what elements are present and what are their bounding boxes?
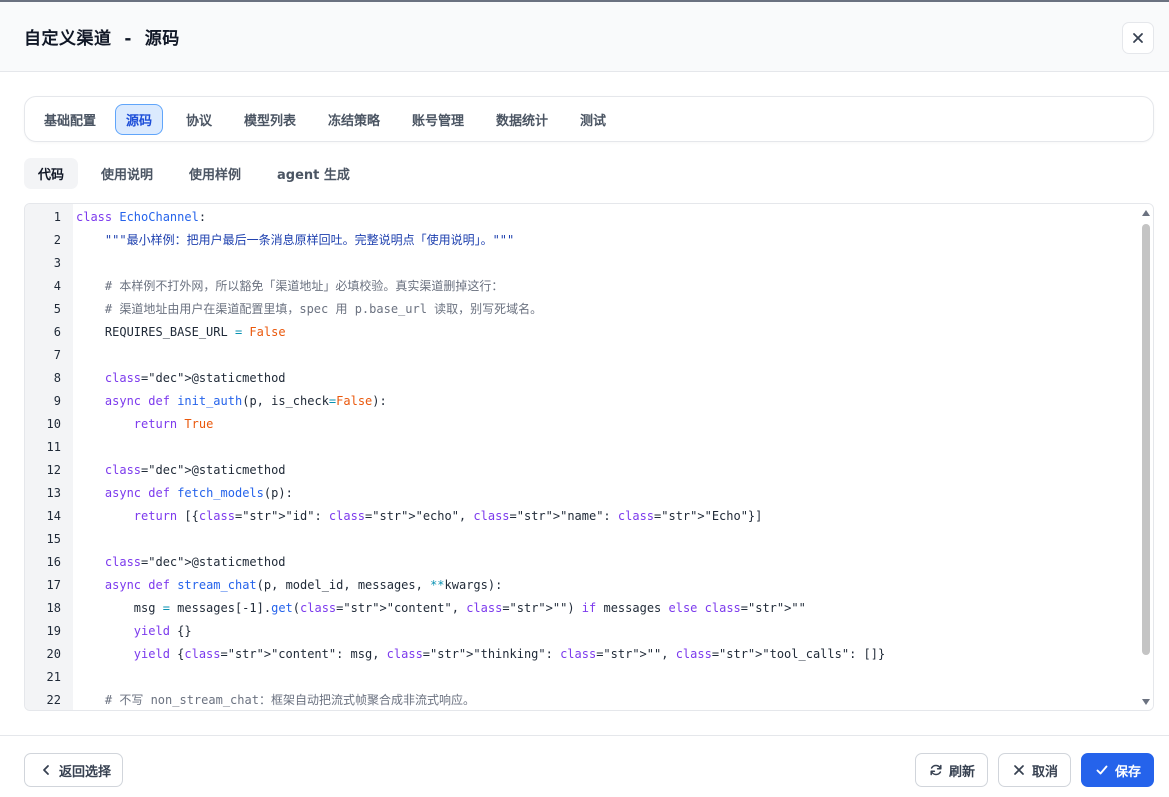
code-line[interactable]: 2 """最小样例：把用户最后一条消息原样回吐。完整说明点「使用说明」。""" [25,228,1137,251]
line-number: 11 [46,439,61,454]
scroll-down-arrow-icon[interactable] [1142,699,1150,705]
code-text: # 本样例不打外网，所以豁免「渠道地址」必填校验。真实渠道删掉这行： [104,279,504,293]
code-text: async def init_auth(p, is_check=False): [104,393,387,408]
x-icon [1014,765,1024,775]
line-number: 18 [46,600,61,615]
scrollbar-thumb[interactable] [1142,224,1150,655]
close-icon [1133,33,1143,43]
line-number: 4 [53,278,61,293]
line-number: 21 [46,669,61,684]
code-line[interactable]: 1 class EchoChannel: [25,205,1137,228]
code-text: async def stream_chat(p, model_id, messa… [104,577,503,592]
code-editor[interactable]: 1 class EchoChannel: 2 """最小样例：把用户最后一条消息原样… [24,203,1154,711]
tab-source[interactable]: 源码 [115,104,164,135]
tab-protocol[interactable]: 协议 [176,104,222,135]
code-line[interactable]: 15 [25,527,1137,550]
line-number: 3 [53,255,61,270]
code-line[interactable]: 22 # 不写 non_stream_chat：框架自动把流式帧聚合成非流式响应… [25,688,1137,710]
line-number: 15 [46,531,61,546]
line-number: 1 [53,209,61,224]
tab-freeze-policy[interactable]: 冻结策略 [318,104,390,135]
code-text: class="dec">@staticmethod [104,554,286,569]
subtab-code[interactable]: 代码 [24,158,79,189]
dialog-footer: 返回选择 刷新 取消 保存 [0,735,1169,797]
line-number: 12 [46,462,61,477]
code-line[interactable]: 13 async def fetch_models(p): [25,481,1137,504]
subtab-examples[interactable]: 使用样例 [175,158,255,189]
close-button[interactable] [1122,22,1154,54]
code-line[interactable]: 3 [25,251,1137,274]
code-lines[interactable]: 1 class EchoChannel: 2 """最小样例：把用户最后一条消息原样… [25,204,1137,710]
code-text: REQUIRES_BASE_URL = False [76,324,286,339]
tab-basic-config[interactable]: 基础配置 [34,104,106,135]
back-button[interactable]: 返回选择 [24,753,123,787]
code-text: msg = messages[-1].get(class="str">"cont… [76,600,806,615]
save-button[interactable]: 保存 [1081,753,1154,787]
code-text: return True [133,416,214,431]
line-number: 22 [46,692,61,707]
line-number: 20 [46,646,61,661]
refresh-button[interactable]: 刷新 [915,753,988,787]
dialog-header: 自定义渠道 - 源码 [0,2,1169,72]
code-line[interactable]: 10 return True [25,412,1137,435]
save-button-label: 保存 [1115,764,1142,780]
editor-scrollbar[interactable] [1139,204,1153,710]
chevron-left-icon [43,765,49,775]
line-number: 19 [46,623,61,638]
line-number: 7 [53,347,61,362]
subtab-usage[interactable]: 使用说明 [87,158,167,189]
main-tab-bar: 基础配置 源码 协议 模型列表 冻结策略 账号管理 数据统计 测试 [24,96,1154,142]
code-text: yield {} [133,623,192,638]
tab-statistics[interactable]: 数据统计 [486,104,558,135]
code-text: async def fetch_models(p): [104,485,293,500]
code-line[interactable]: 21 [25,665,1137,688]
code-line[interactable]: 5 # 渠道地址由用户在渠道配置里填，spec 用 p.base_url 读取，… [25,297,1137,320]
back-button-label: 返回选择 [59,764,112,780]
code-text: class EchoChannel: [76,209,207,224]
dialog-title: 自定义渠道 - 源码 [24,29,180,49]
refresh-button-label: 刷新 [949,764,976,780]
line-number: 16 [46,554,61,569]
line-number: 17 [46,577,61,592]
code-text: return [{class="str">"id": class="str">"… [133,508,763,523]
code-line[interactable]: 12 class="dec">@staticmethod [25,458,1137,481]
code-line[interactable]: 8 class="dec">@staticmethod [25,366,1137,389]
cancel-button[interactable]: 取消 [998,753,1071,787]
refresh-icon [930,764,942,776]
code-text: class="dec">@staticmethod [104,370,286,385]
line-number: 14 [46,508,61,523]
code-line[interactable]: 6 REQUIRES_BASE_URL = False [25,320,1137,343]
code-line[interactable]: 9 async def init_auth(p, is_check=False)… [25,389,1137,412]
code-text: yield {class="str">"content": msg, class… [133,646,886,661]
check-icon [1096,765,1108,775]
code-text: """最小样例：把用户最后一条消息原样回吐。完整说明点「使用说明」。""" [76,233,515,247]
line-number: 6 [53,324,61,339]
code-text: class="dec">@staticmethod [104,462,286,477]
code-line[interactable]: 16 class="dec">@staticmethod [25,550,1137,573]
line-number: 5 [53,301,61,316]
scroll-up-arrow-icon[interactable] [1142,210,1150,216]
line-number: 8 [53,370,61,385]
code-text: # 不写 non_stream_chat：框架自动把流式帧聚合成非流式响应。 [104,693,475,707]
line-number: 10 [46,416,61,431]
tab-model-list[interactable]: 模型列表 [234,104,306,135]
cancel-button-label: 取消 [1032,764,1059,780]
code-line[interactable]: 19 yield {} [25,619,1137,642]
code-line[interactable]: 7 [25,343,1137,366]
subtab-agent-generate[interactable]: agent 生成 [263,158,364,189]
code-line[interactable]: 20 yield {class="str">"content": msg, cl… [25,642,1137,665]
line-number: 9 [53,393,61,408]
line-number: 13 [46,485,61,500]
code-line[interactable]: 17 async def stream_chat(p, model_id, me… [25,573,1137,596]
code-line[interactable]: 11 [25,435,1137,458]
line-number: 2 [53,232,61,247]
tab-account-management[interactable]: 账号管理 [402,104,474,135]
code-line[interactable]: 14 return [{class="str">"id": class="str… [25,504,1137,527]
code-line[interactable]: 18 msg = messages[-1].get(class="str">"c… [25,596,1137,619]
tab-test[interactable]: 测试 [570,104,616,135]
code-text: # 渠道地址由用户在渠道配置里填，spec 用 p.base_url 读取，别写… [104,302,543,316]
code-line[interactable]: 4 # 本样例不打外网，所以豁免「渠道地址」必填校验。真实渠道删掉这行： [25,274,1137,297]
